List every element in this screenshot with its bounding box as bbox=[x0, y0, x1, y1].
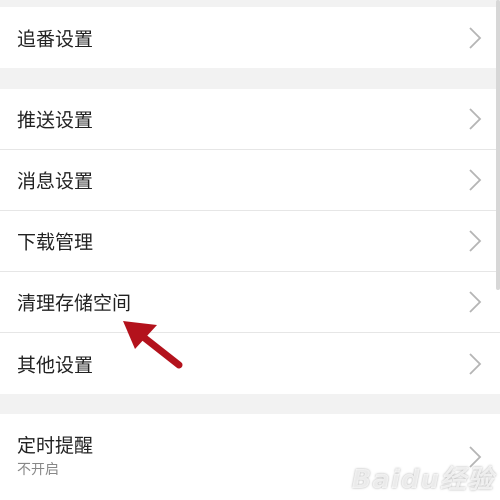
chevron-right-icon bbox=[469, 352, 482, 375]
chevron-right-icon bbox=[469, 169, 482, 191]
row-sublabel: 不开启 bbox=[17, 462, 59, 478]
settings-screen: 追番设置 推送设置 消息设置 下载管理 清理存储空间 其他设置 定时提醒 不开启… bbox=[0, 0, 500, 500]
row-other-settings[interactable]: 其他设置 bbox=[0, 333, 500, 394]
row-push-settings[interactable]: 推送设置 bbox=[0, 89, 500, 150]
row-label: 推送设置 bbox=[17, 109, 94, 132]
row-label: 消息设置 bbox=[17, 170, 94, 193]
annotation-arrow-icon bbox=[123, 321, 183, 369]
row-download-management[interactable]: 下载管理 bbox=[0, 211, 500, 272]
row-bangumi-settings[interactable]: 追番设置 bbox=[0, 7, 500, 68]
row-label: 清理存储空间 bbox=[17, 292, 132, 315]
settings-group-1: 追番设置 bbox=[0, 7, 500, 68]
baidu-watermark: Baidu经验 bbox=[351, 465, 494, 495]
row-label: 其他设置 bbox=[17, 354, 94, 376]
chevron-right-icon bbox=[469, 108, 482, 130]
row-label: 定时提醒 bbox=[17, 435, 94, 457]
row-message-settings[interactable]: 消息设置 bbox=[0, 150, 500, 211]
settings-group-2: 推送设置 消息设置 下载管理 清理存储空间 其他设置 bbox=[0, 89, 500, 394]
scrollbar[interactable] bbox=[496, 0, 500, 290]
row-clear-storage[interactable]: 清理存储空间 bbox=[0, 272, 500, 333]
chevron-right-icon bbox=[469, 26, 482, 49]
chevron-right-icon bbox=[469, 291, 482, 313]
row-label: 下载管理 bbox=[17, 231, 94, 254]
row-label: 追番设置 bbox=[17, 28, 94, 50]
chevron-right-icon bbox=[469, 230, 482, 252]
